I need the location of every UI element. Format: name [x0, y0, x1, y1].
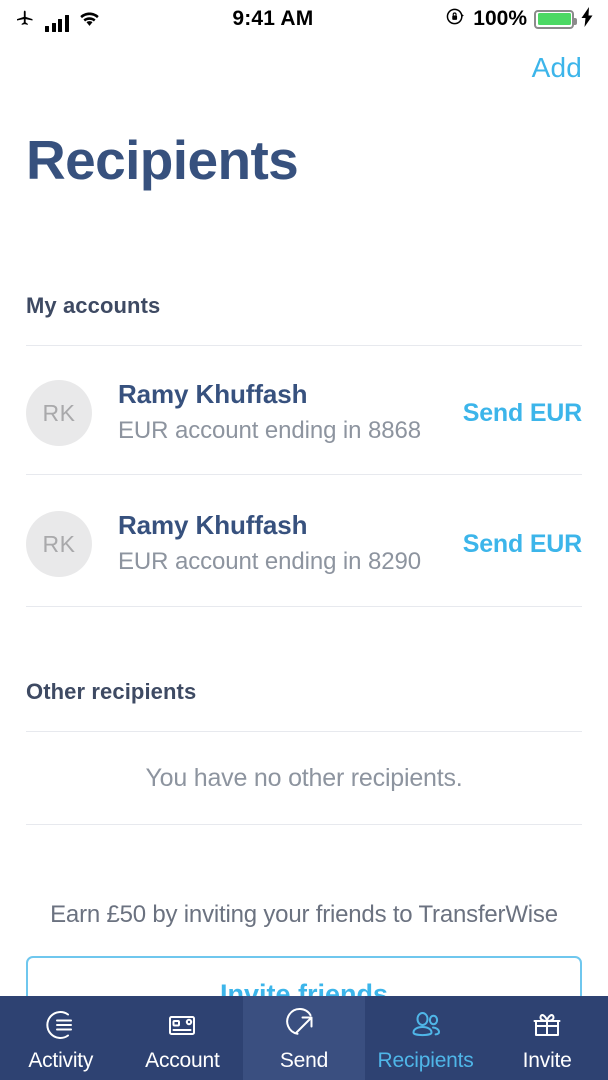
card-icon [162, 1005, 202, 1045]
wifi-icon [78, 9, 101, 32]
empty-state-message: You have no other recipients. [145, 764, 463, 792]
recipient-row[interactable]: RK Ramy Khuffash EUR account ending in 8… [26, 363, 582, 463]
tab-recipients[interactable]: Recipients [365, 996, 487, 1080]
divider [26, 606, 582, 607]
tab-send[interactable]: Send [243, 996, 365, 1080]
avatar: RK [26, 511, 92, 577]
recipient-row[interactable]: RK Ramy Khuffash EUR account ending in 8… [26, 494, 582, 594]
send-eur-button[interactable]: Send EUR [463, 399, 582, 428]
cellular-signal-icon [45, 14, 69, 32]
send-eur-button[interactable]: Send EUR [463, 530, 582, 559]
recipient-name: Ramy Khuffash [118, 510, 308, 541]
add-recipient-button[interactable]: Add [532, 52, 582, 84]
tab-label: Recipients [377, 1049, 474, 1072]
send-arrow-icon [284, 1005, 324, 1045]
tab-activity[interactable]: Activity [0, 996, 122, 1080]
tab-label: Activity [28, 1049, 94, 1072]
status-bar-left [14, 7, 101, 32]
activity-icon [41, 1005, 81, 1045]
divider [26, 824, 582, 825]
tab-label: Account [145, 1049, 220, 1072]
recipient-account-detail: EUR account ending in 8290 [118, 547, 421, 575]
gift-icon [527, 1005, 567, 1045]
divider [26, 474, 582, 475]
my-accounts-section-header: My accounts [26, 293, 161, 318]
tab-invite[interactable]: Invite [486, 996, 608, 1080]
status-bar-time: 9:41 AM [232, 7, 314, 30]
airplane-mode-icon [14, 7, 36, 32]
status-bar-right: 100% [445, 6, 594, 32]
recipient-info: Ramy Khuffash EUR account ending in 8868 [118, 378, 463, 447]
recipient-account-detail: EUR account ending in 8868 [118, 416, 421, 444]
tab-label: Invite [522, 1049, 572, 1072]
recipient-info: Ramy Khuffash EUR account ending in 8290 [118, 509, 463, 578]
people-icon [406, 1005, 446, 1045]
app-screen: 9:41 AM 100% Add Recipients My accounts … [0, 0, 608, 1080]
divider [26, 345, 582, 346]
lightning-bolt-icon [581, 6, 594, 32]
battery-full-icon [534, 9, 577, 29]
rotation-lock-icon [445, 6, 466, 32]
page-title: Recipients [26, 129, 299, 191]
status-bar: 9:41 AM 100% [0, 0, 608, 38]
tab-label: Send [279, 1049, 329, 1072]
divider [26, 731, 582, 732]
recipient-name: Ramy Khuffash [118, 379, 308, 410]
referral-promo-text: Earn £50 by inviting your friends to Tra… [50, 901, 558, 928]
bottom-tab-bar: Activity Account Send Recipients Invite [0, 996, 608, 1080]
other-recipients-section-header: Other recipients [26, 679, 197, 704]
tab-account[interactable]: Account [122, 996, 244, 1080]
avatar: RK [26, 380, 92, 446]
battery-percent-label: 100% [473, 7, 527, 30]
